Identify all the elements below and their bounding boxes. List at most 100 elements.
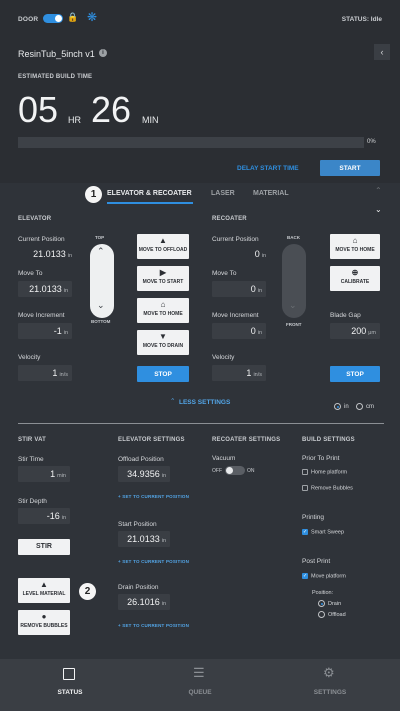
chevron-down-icon[interactable]: ⌄ xyxy=(375,205,382,214)
offload-radio[interactable]: Offload xyxy=(318,611,346,618)
min-unit: MIN xyxy=(142,115,159,125)
delay-start-button[interactable]: DELAY START TIME xyxy=(237,165,299,172)
hr-unit: HR xyxy=(68,115,81,125)
vacuum-label: Vacuum xyxy=(212,455,236,462)
elevator-move-to-input[interactable]: 21.0133 in xyxy=(18,281,72,297)
start-position-input[interactable]: 21.0133 in xyxy=(118,531,170,547)
recoater-jog-slider[interactable]: ⌄ xyxy=(282,244,306,318)
collapse-button[interactable]: ‹ xyxy=(374,44,390,60)
level-icon: ▲ xyxy=(40,580,48,589)
home-platform-checkbox[interactable]: Home platform xyxy=(302,469,347,475)
build-settings-title: BUILD SETTINGS xyxy=(302,437,355,443)
move-platform-checkbox[interactable]: ✓ Move platform xyxy=(302,573,346,579)
less-settings-link[interactable]: LESS SETTINGS xyxy=(179,399,230,406)
recoater-title: RECOATER xyxy=(212,216,247,222)
tab-elevator-recoater[interactable]: ELEVATOR & RECOATER xyxy=(107,190,192,197)
arrow-up-bar-icon: ▲ xyxy=(159,236,167,245)
lightbulb-icon[interactable]: ❋ xyxy=(87,10,97,24)
recoater-increment-input[interactable]: 0 in xyxy=(212,323,266,339)
move-to-start-button[interactable]: ▶ MOVE TO START xyxy=(137,266,189,291)
move-to-drain-button[interactable]: ▼ MOVE TO DRAIN xyxy=(137,330,189,355)
start-button[interactable]: START xyxy=(320,160,380,176)
tab-material[interactable]: MATERIAL xyxy=(253,190,289,197)
calibrate-button[interactable]: ⊕ CALIBRATE xyxy=(330,266,380,291)
stir-depth-input[interactable]: -16 in xyxy=(18,508,70,524)
level-material-button[interactable]: ▲ LEVEL MATERIAL xyxy=(18,578,70,603)
stir-time-label: Stir Time xyxy=(18,456,44,463)
chevron-up-icon[interactable]: ⌃ xyxy=(170,397,175,405)
home-icon: ⌂ xyxy=(352,236,358,245)
gear-icon: ⚙ xyxy=(323,665,335,680)
nav-settings[interactable]: ⚙ SETTINGS xyxy=(300,659,360,711)
offload-position-input[interactable]: 34.9356 in xyxy=(118,466,170,482)
recoater-back-label: BACK xyxy=(287,235,300,240)
file-name: ResinTub_5inch v1 xyxy=(18,49,95,59)
door-toggle[interactable] xyxy=(43,14,63,23)
drain-set-current-link[interactable]: + SET TO CURRENT POSITION xyxy=(118,623,189,628)
chevron-up-icon[interactable]: ⌃ xyxy=(375,186,382,195)
callout-1: 1 xyxy=(85,186,102,203)
chevron-up-icon: ⌃ xyxy=(97,246,105,256)
elevator-move-to-home-button[interactable]: ⌂ MOVE TO HOME xyxy=(137,298,189,323)
recoater-settings-title: RECOATER SETTINGS xyxy=(212,437,281,443)
unit-cm-option[interactable]: cm xyxy=(356,403,374,410)
elevator-velocity-label: Velocity xyxy=(18,354,41,361)
move-to-offload-button[interactable]: ▲ MOVE TO OFFLOAD xyxy=(137,234,189,259)
start-set-current-link[interactable]: + SET TO CURRENT POSITION xyxy=(118,559,189,564)
blade-gap-input[interactable]: 200 μm xyxy=(330,323,380,339)
hours-value: 05 xyxy=(18,89,59,130)
drain-position-input[interactable]: 26.1016 in xyxy=(118,594,170,610)
smart-sweep-checkbox[interactable]: ✓ Smart Sweep xyxy=(302,529,344,535)
build-header: DOOR 🔒 ❋ STATUS: Idle ResinTub_5inch v1 … xyxy=(0,0,400,183)
bottom-nav: STATUS ☰ QUEUE ⚙ SETTINGS xyxy=(0,659,400,711)
nav-status-label: STATUS xyxy=(57,689,83,696)
nav-queue[interactable]: ☰ QUEUE xyxy=(170,659,230,711)
offload-position-label: Offload Position xyxy=(118,456,164,463)
prior-to-print-label: Prior To Print xyxy=(302,455,340,462)
post-print-label: Post Print xyxy=(302,558,331,565)
progress-bar xyxy=(18,137,364,148)
elevator-stop-button[interactable]: STOP xyxy=(137,366,189,382)
drain-radio[interactable]: Drain xyxy=(318,600,341,607)
elevator-title: ELEVATOR xyxy=(18,216,52,222)
minutes-value: 26 xyxy=(91,89,132,130)
tab-active-indicator xyxy=(107,202,193,204)
recoater-move-to-home-button[interactable]: ⌂ MOVE TO HOME xyxy=(330,234,380,259)
elevator-increment-input[interactable]: -1 in xyxy=(18,323,72,339)
unit-in-option[interactable]: in xyxy=(334,403,349,410)
printing-label: Printing xyxy=(302,514,325,521)
elevator-current-label: Current Position xyxy=(18,236,65,243)
section-divider xyxy=(18,423,384,424)
stir-time-input[interactable]: 1 min xyxy=(18,466,70,482)
elevator-move-to-label: Move To xyxy=(18,270,43,277)
vacuum-on-label: ON xyxy=(247,468,255,474)
chevron-down-icon: ⌄ xyxy=(97,300,105,310)
vacuum-off-label: OFF xyxy=(212,468,222,474)
recoater-velocity-input[interactable]: 1 in/s xyxy=(212,365,266,381)
elevator-jog-slider[interactable]: ⌃ ⌄ xyxy=(90,244,114,318)
blade-gap-label: Blade Gap xyxy=(330,312,361,319)
offload-set-current-link[interactable]: + SET TO CURRENT POSITION xyxy=(118,494,189,499)
vacuum-toggle[interactable] xyxy=(225,466,245,475)
chevron-down-icon: ⌄ xyxy=(289,300,297,310)
stir-button[interactable]: STIR xyxy=(18,539,70,555)
target-icon: ⊕ xyxy=(351,268,359,277)
callout-2: 2 xyxy=(79,583,96,600)
recoater-move-to-input[interactable]: 0 in xyxy=(212,281,266,297)
tab-laser[interactable]: LASER xyxy=(211,190,235,197)
door-label: DOOR xyxy=(18,16,39,23)
recoater-move-to-label: Move To xyxy=(212,270,237,277)
info-icon[interactable]: i xyxy=(99,49,107,57)
nav-status[interactable]: STATUS xyxy=(40,659,100,711)
position-label: Position: xyxy=(312,590,334,596)
elevator-velocity-input[interactable]: 1 in/s xyxy=(18,365,72,381)
elevator-increment-label: Move Increment xyxy=(18,312,65,319)
remove-bubbles-checkbox[interactable]: Remove Bubbles xyxy=(302,485,353,491)
recoater-stop-button[interactable]: STOP xyxy=(330,366,380,382)
nav-queue-label: QUEUE xyxy=(188,689,212,696)
status-text: STATUS: Idle xyxy=(341,16,382,23)
status-icon xyxy=(63,668,75,680)
recoater-increment-label: Move Increment xyxy=(212,312,259,319)
stir-depth-label: Stir Depth xyxy=(18,498,47,505)
remove-bubbles-button[interactable]: ● REMOVE BUBBLES xyxy=(18,610,70,635)
